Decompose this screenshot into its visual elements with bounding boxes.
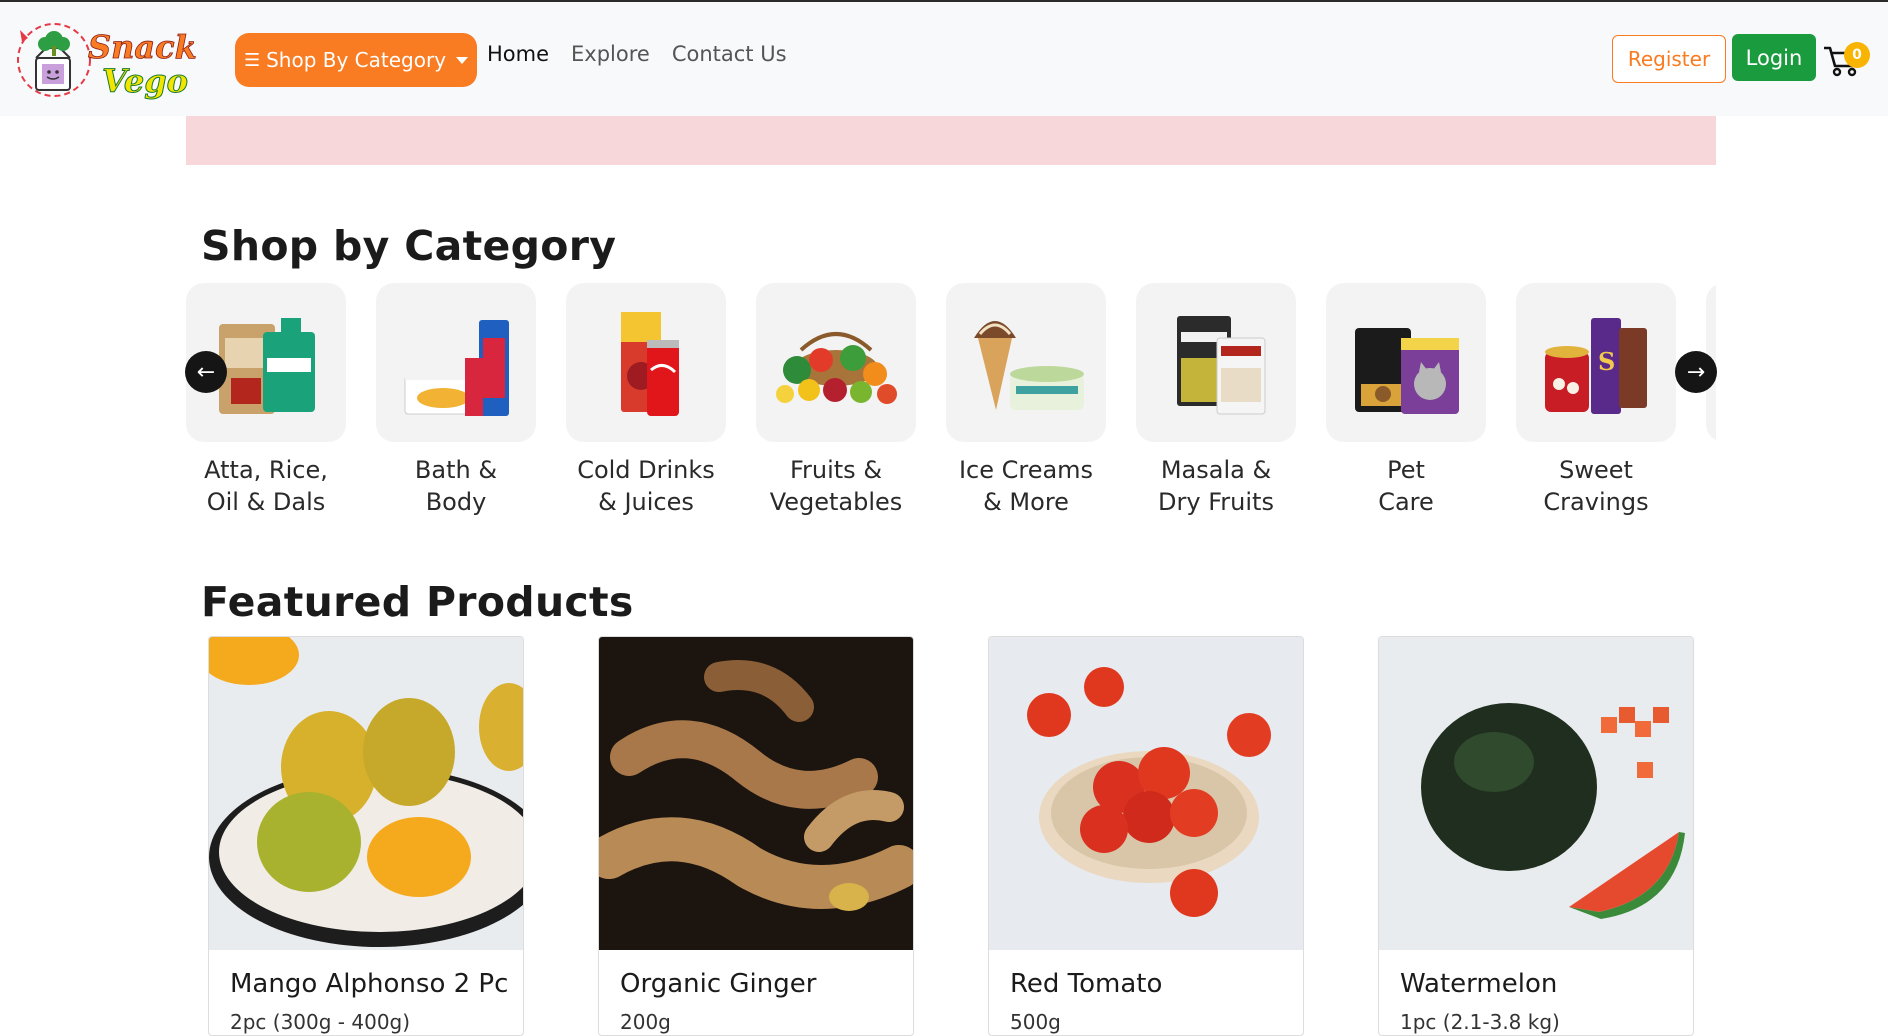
login-button[interactable]: Login <box>1732 34 1816 81</box>
product-name: Watermelon <box>1400 969 1558 999</box>
brand-line1: Snack <box>88 28 197 66</box>
list-icon: ☰ <box>243 49 261 71</box>
product-name: Mango Alphonso 2 Pc <box>230 969 509 999</box>
brand-line2: Vego <box>102 62 188 100</box>
category-label: Ice Creams & More <box>958 456 1094 516</box>
product-card-ginger[interactable]: Organic Ginger 200g <box>598 636 914 1036</box>
product-image-mango <box>209 637 523 950</box>
category-item-fruits-vegetables[interactable]: Fruits & Vegetables <box>756 283 916 518</box>
nav-contact[interactable]: Contact Us <box>672 42 787 66</box>
alert-banner <box>186 116 1716 165</box>
product-image-ginger <box>599 637 913 950</box>
category-label: Bath & Body <box>414 456 498 516</box>
drinks-icon <box>566 283 726 442</box>
carousel-prev-button[interactable]: ← <box>185 351 227 393</box>
product-card-mango[interactable]: Mango Alphonso 2 Pc 2pc (300g - 400g) <box>208 636 524 1036</box>
navbar: Snack Vego ☰ Shop By Category Home Explo… <box>0 2 1888 116</box>
arrow-left-icon: ← <box>196 359 216 385</box>
caret-down-icon <box>456 56 469 64</box>
category-item-atta[interactable]: Atta, Rice, Oil & Dals <box>186 283 346 518</box>
spice-packs-icon <box>1136 283 1296 442</box>
toiletries-icon <box>376 283 536 442</box>
product-name: Organic Ginger <box>620 969 817 999</box>
category-label: Fruits & Vegetables <box>769 456 903 516</box>
product-image-watermelon <box>1379 637 1693 950</box>
category-item-cold-drinks[interactable]: Cold Drinks & Juices <box>566 283 726 518</box>
shop-by-category-label: Shop By Category <box>266 48 447 72</box>
category-label: Masala & Dry Fruits <box>1158 456 1274 516</box>
main-nav: Home Explore Contact Us <box>487 42 787 66</box>
product-qty: 500g <box>1010 1010 1061 1034</box>
featured-products-title: Featured Products <box>201 578 634 626</box>
product-qty: 1pc (2.1-3.8 kg) <box>1400 1010 1560 1034</box>
category-label: Pet Care <box>1378 456 1434 516</box>
category-label: Sweet Cravings <box>1543 456 1649 516</box>
nav-home[interactable]: Home <box>487 42 549 66</box>
shop-by-category-title: Shop by Category <box>201 222 617 270</box>
category-label: Atta, Rice, Oil & Dals <box>204 456 328 516</box>
category-item-bath[interactable]: Bath & Body <box>376 283 536 518</box>
brand-logo[interactable]: Snack Vego <box>14 18 214 102</box>
category-label: Cold Drinks & Juices <box>577 456 715 516</box>
svg-text:S: S <box>1598 347 1615 376</box>
produce-basket-icon <box>756 283 916 442</box>
product-image-tomato <box>989 637 1303 950</box>
cart-count-badge: 0 <box>1844 42 1870 68</box>
sweets-icon: S <box>1516 283 1676 442</box>
product-qty: 2pc (300g - 400g) <box>230 1010 411 1034</box>
register-button[interactable]: Register <box>1612 35 1726 83</box>
category-item-masala[interactable]: Masala & Dry Fruits <box>1136 283 1296 518</box>
arrow-right-icon: → <box>1686 359 1706 385</box>
carousel-next-button[interactable]: → <box>1675 351 1717 393</box>
product-card-tomato[interactable]: Red Tomato 500g <box>988 636 1304 1036</box>
category-item-ice-creams[interactable]: Ice Creams & More <box>946 283 1106 518</box>
pet-food-icon <box>1326 283 1486 442</box>
category-item-sweet-cravings[interactable]: S Sweet Cravings <box>1516 283 1676 518</box>
shop-by-category-button[interactable]: ☰ Shop By Category <box>235 33 477 87</box>
nav-explore[interactable]: Explore <box>571 42 650 66</box>
category-item-pet-care[interactable]: Pet Care <box>1326 283 1486 518</box>
product-card-watermelon[interactable]: Watermelon 1pc (2.1-3.8 kg) <box>1378 636 1694 1036</box>
category-carousel: Atta, Rice, Oil & Dals Bath & Body Cold … <box>186 283 1716 543</box>
product-name: Red Tomato <box>1010 969 1163 999</box>
product-qty: 200g <box>620 1010 671 1034</box>
ice-cream-icon <box>946 283 1106 442</box>
